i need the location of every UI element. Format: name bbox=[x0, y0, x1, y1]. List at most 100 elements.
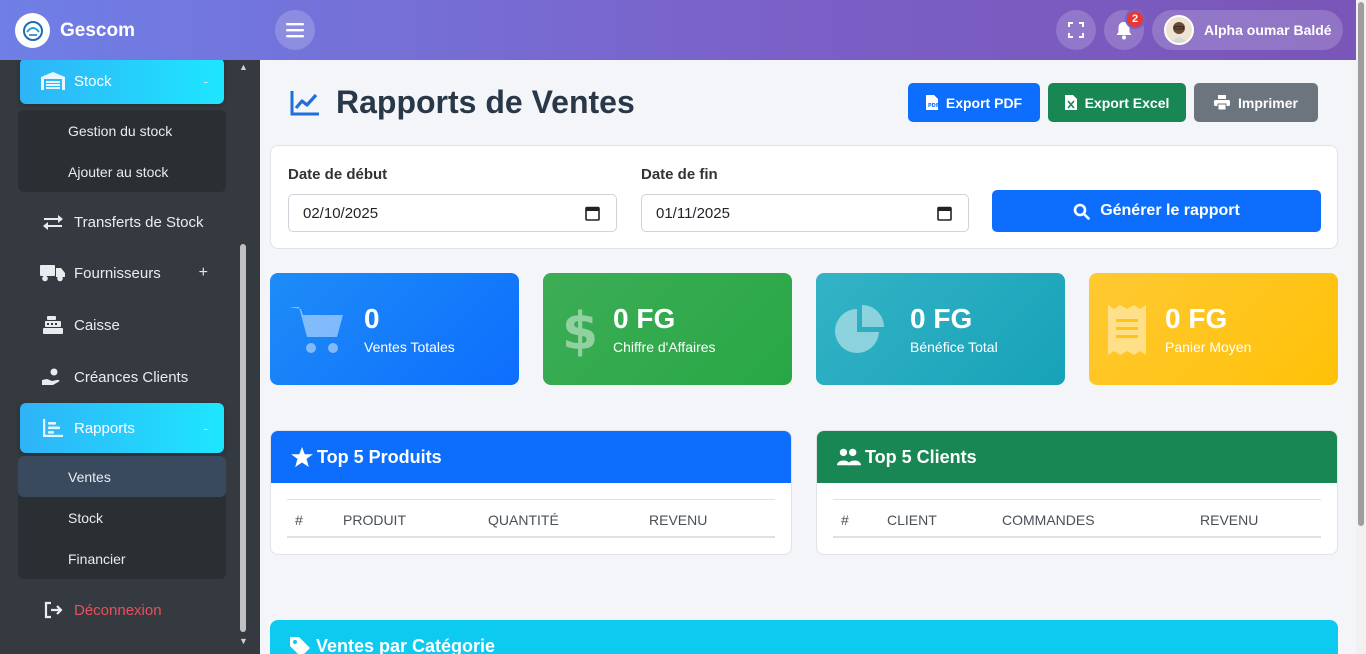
scroll-down-arrow-icon[interactable]: ▼ bbox=[239, 636, 248, 646]
export-pdf-button[interactable]: PDF Export PDF bbox=[908, 83, 1040, 122]
sidebar-item-label: Stock bbox=[74, 72, 112, 90]
page-scrollbar-thumb[interactable] bbox=[1358, 2, 1364, 526]
notifications-button[interactable]: 2 bbox=[1104, 9, 1145, 50]
top-clients-card: Top 5 Clients # CLIENT COMMANDES REVENU bbox=[816, 430, 1338, 555]
print-button[interactable]: Imprimer bbox=[1194, 83, 1318, 122]
truck-icon bbox=[38, 264, 68, 282]
table-header-cell: # bbox=[841, 512, 849, 528]
line-chart-icon bbox=[290, 90, 319, 115]
user-name: Alpha oumar Baldé bbox=[1204, 22, 1332, 38]
date-filter-card: Date de début 02/10/2025 Date de fin 01/… bbox=[270, 145, 1338, 249]
table-header-cell: REVENU bbox=[649, 512, 708, 528]
dollar-icon: $ bbox=[562, 303, 598, 357]
stat-label: Bénéfice Total bbox=[910, 339, 998, 355]
sidebar-item-creances[interactable]: Créances Clients bbox=[20, 354, 224, 400]
sales-by-category-card: Ventes par Catégorie bbox=[270, 620, 1338, 654]
stat-value: 0 FG bbox=[1165, 303, 1228, 334]
card-header: Top 5 Produits bbox=[271, 431, 791, 483]
users-icon bbox=[837, 448, 861, 466]
table-header-cell: # bbox=[295, 512, 303, 528]
rapports-submenu: Ventes Stock Financier bbox=[18, 456, 226, 579]
svg-text:PDF: PDF bbox=[928, 103, 938, 109]
user-menu[interactable]: Alpha oumar Baldé bbox=[1152, 10, 1343, 50]
receipt-icon bbox=[1108, 305, 1146, 355]
stat-card-profit: 0 FG Bénéfice Total bbox=[816, 273, 1065, 385]
menu-toggle-button[interactable] bbox=[275, 10, 315, 50]
brand-name: Gescom bbox=[60, 19, 135, 41]
sidebar-item-fournisseurs[interactable]: Fournisseurs + bbox=[20, 250, 224, 296]
card-header: Top 5 Clients bbox=[817, 431, 1337, 483]
cash-register-icon bbox=[38, 316, 68, 334]
stat-label: Chiffre d'Affaires bbox=[613, 339, 716, 355]
sidebar-item-stock[interactable]: Stock - bbox=[20, 60, 224, 104]
sidebar-item-transferts[interactable]: Transferts de Stock bbox=[20, 199, 224, 245]
page-scrollbar[interactable] bbox=[1356, 0, 1366, 654]
stat-card-average-basket: 0 FG Panier Moyen bbox=[1089, 273, 1338, 385]
stat-label: Panier Moyen bbox=[1165, 339, 1252, 355]
sidebar-item-label: Caisse bbox=[74, 316, 120, 334]
stock-submenu: Gestion du stock Ajouter au stock bbox=[18, 110, 226, 192]
table-header-cell: QUANTITÉ bbox=[488, 512, 559, 528]
table-header-cell: CLIENT bbox=[887, 512, 937, 528]
sidebar-scrollbar[interactable]: ▲ ▼ bbox=[236, 60, 250, 654]
sidebar-item-label: Créances Clients bbox=[74, 368, 189, 386]
cart-icon bbox=[289, 307, 343, 353]
top-navbar: Gescom 2 Alpha oumar Baldé bbox=[0, 0, 1356, 60]
end-date-label: Date de fin bbox=[641, 166, 718, 183]
sign-out-icon bbox=[38, 601, 68, 619]
sidebar-subitem-financier[interactable]: Financier bbox=[18, 538, 226, 579]
avatar bbox=[1164, 15, 1194, 45]
star-icon bbox=[291, 447, 313, 467]
warehouse-icon bbox=[38, 72, 68, 90]
sidebar-item-label: Rapports bbox=[74, 419, 135, 437]
expand-toggle[interactable]: + bbox=[199, 264, 208, 282]
stat-value: 0 FG bbox=[910, 303, 973, 334]
brand-logo-icon bbox=[15, 13, 50, 48]
sidebar-subitem-ajouter-stock[interactable]: Ajouter au stock bbox=[18, 151, 226, 192]
sidebar-subitem-ventes[interactable]: Ventes bbox=[18, 456, 226, 497]
stat-label: Ventes Totales bbox=[364, 339, 455, 355]
sidebar-scrollbar-thumb[interactable] bbox=[240, 244, 246, 632]
stat-value: 0 bbox=[364, 303, 380, 334]
sidebar: Stock - Gestion du stock Ajouter au stoc… bbox=[0, 60, 260, 654]
sidebar-item-label: Déconnexion bbox=[74, 601, 162, 619]
fullscreen-button[interactable] bbox=[1056, 10, 1096, 50]
sidebar-item-label: Transferts de Stock bbox=[74, 213, 204, 231]
table-header-cell: REVENU bbox=[1200, 512, 1259, 528]
sidebar-item-logout[interactable]: Déconnexion bbox=[20, 587, 224, 633]
sidebar-item-rapports[interactable]: Rapports - bbox=[20, 403, 224, 453]
notification-badge: 2 bbox=[1125, 9, 1145, 29]
collapse-toggle[interactable]: - bbox=[204, 74, 208, 89]
chart-bar-icon bbox=[38, 419, 68, 437]
card-header: Ventes par Catégorie bbox=[290, 636, 495, 654]
scroll-up-arrow-icon[interactable]: ▲ bbox=[239, 62, 248, 72]
search-icon bbox=[1073, 203, 1090, 220]
expand-icon bbox=[1068, 22, 1084, 38]
exchange-icon bbox=[38, 213, 68, 231]
table-header-cell: COMMANDES bbox=[1002, 512, 1095, 528]
hamburger-icon bbox=[286, 23, 304, 38]
collapse-toggle[interactable]: - bbox=[204, 421, 208, 436]
svg-text:$: $ bbox=[562, 303, 598, 357]
calendar-icon[interactable] bbox=[585, 205, 600, 221]
sidebar-subitem-stock[interactable]: Stock bbox=[18, 497, 226, 538]
brand[interactable]: Gescom bbox=[15, 13, 135, 48]
file-excel-icon bbox=[1064, 95, 1077, 110]
export-excel-button[interactable]: Export Excel bbox=[1048, 83, 1186, 122]
stat-card-revenue: $ 0 FG Chiffre d'Affaires bbox=[543, 273, 792, 385]
top-products-table: # PRODUIT QUANTITÉ REVENU bbox=[287, 499, 775, 538]
stat-value: 0 FG bbox=[613, 303, 676, 334]
start-date-input[interactable]: 02/10/2025 bbox=[288, 194, 617, 232]
printer-icon bbox=[1214, 95, 1231, 110]
sidebar-subitem-gestion-stock[interactable]: Gestion du stock bbox=[18, 110, 226, 151]
top-clients-table: # CLIENT COMMANDES REVENU bbox=[833, 499, 1321, 538]
start-date-label: Date de début bbox=[288, 166, 388, 183]
generate-report-button[interactable]: Générer le rapport bbox=[992, 190, 1321, 232]
calendar-icon[interactable] bbox=[937, 205, 952, 221]
table-header-cell: PRODUIT bbox=[343, 512, 406, 528]
sidebar-item-label: Fournisseurs bbox=[74, 264, 161, 282]
hand-money-icon bbox=[38, 368, 68, 386]
sidebar-item-caisse[interactable]: Caisse bbox=[20, 302, 224, 348]
top-products-card: Top 5 Produits # PRODUIT QUANTITÉ REVENU bbox=[270, 430, 792, 555]
end-date-input[interactable]: 01/11/2025 bbox=[641, 194, 969, 232]
